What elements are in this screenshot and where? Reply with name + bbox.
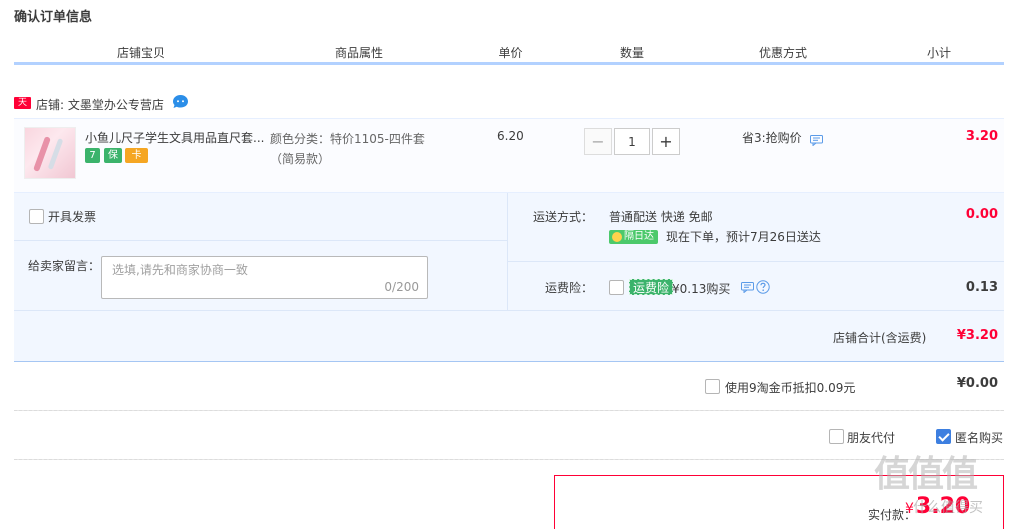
shipping-method: 普通配送 快递 免邮 (609, 210, 713, 224)
col-header-unit-price: 单价 (498, 46, 523, 60)
qty-decrease-button[interactable]: − (584, 128, 612, 155)
attr-line-variant: （简易款） (270, 152, 331, 166)
anonymous-checkbox[interactable] (936, 429, 951, 444)
shop-total-label: 店铺合计(含运费) (833, 331, 927, 345)
divider (507, 193, 508, 311)
insurance-checkbox[interactable] (609, 280, 624, 295)
attr-line-color: 颜色分类：特价1105-四件套 (270, 132, 425, 146)
insurance-amount: 0.13 (965, 280, 998, 295)
col-header-quantity: 数量 (619, 46, 644, 60)
shipping-label: 运送方式： (533, 210, 594, 224)
next-day-tag: 隔日达 (609, 230, 658, 244)
col-header-subtotal: 小计 (926, 46, 951, 60)
shop-total-amount: ¥3.20 (956, 328, 998, 343)
qty-increase-button[interactable]: + (652, 128, 680, 155)
anonymous-label[interactable]: 匿名购买 (955, 429, 1003, 446)
memo-label: 给卖家留言： (28, 259, 101, 273)
item-subtotal: 3.20 (965, 129, 998, 144)
discount-method: 省3:抢购价 (742, 131, 802, 145)
memo-box[interactable]: 0/200 (101, 256, 428, 299)
invoice-checkbox[interactable] (29, 209, 44, 224)
memo-input[interactable] (112, 263, 412, 277)
shipping-eta: 现在下单，预计7月26日送达 (666, 230, 821, 244)
invoice-label[interactable]: 开具发票 (48, 208, 96, 225)
friend-pay-checkbox[interactable] (829, 429, 844, 444)
insurance-tag: 运费险 (629, 279, 674, 295)
shipping-amount: 0.00 (965, 207, 998, 222)
next-day-tag-label: 隔日达 (624, 231, 654, 242)
coins-amount: ¥0.00 (956, 376, 998, 391)
watermark-logo: 值值值 (874, 454, 978, 495)
divider (14, 310, 1004, 311)
watermark-text: 什么值得买 (913, 500, 983, 516)
memo-char-counter: 0/200 (384, 280, 419, 294)
service-card-icon: 卡 (125, 148, 148, 163)
tmall-badge: 天猫 (14, 97, 31, 120)
service-7day-icon: 7 (85, 148, 100, 163)
qty-input[interactable] (614, 128, 650, 155)
header-divider (14, 62, 1004, 65)
page-title: 确认订单信息 (14, 10, 93, 25)
insurance-label: 运费险： (545, 281, 594, 295)
divider (14, 361, 1004, 362)
friend-pay-label[interactable]: 朋友代付 (847, 429, 895, 446)
coins-checkbox[interactable] (705, 379, 720, 394)
service-guarantee-icon: 保 (104, 148, 122, 163)
divider (14, 240, 507, 241)
col-header-attributes: 商品属性 (334, 46, 383, 60)
insurance-chat-icon[interactable] (741, 282, 754, 294)
divider (14, 459, 1004, 460)
col-header-discount: 优惠方式 (758, 46, 807, 60)
divider (14, 410, 1004, 411)
item-thumbnail[interactable] (24, 127, 76, 179)
shop-name[interactable]: 店铺: 文墨堂办公专营店 (36, 96, 164, 113)
unit-price: 6.20 (497, 129, 524, 143)
coins-label[interactable]: 使用9淘金币抵扣0.09元 (725, 379, 855, 396)
item-title-link[interactable]: 小鱼儿尺子学生文具用品直尺套... (85, 129, 265, 146)
discount-info-icon[interactable] (810, 135, 823, 147)
item-attributes: 颜色分类：特价1105-四件套 （简易款） (270, 129, 425, 169)
lightning-icon (612, 232, 622, 242)
col-header-shop-item: 店铺宝贝 (116, 46, 165, 60)
insurance-price: ¥0.13购买 (672, 282, 731, 296)
wangwang-chat-icon[interactable] (172, 94, 189, 109)
insurance-help-icon[interactable] (756, 280, 770, 294)
divider (508, 261, 1004, 262)
